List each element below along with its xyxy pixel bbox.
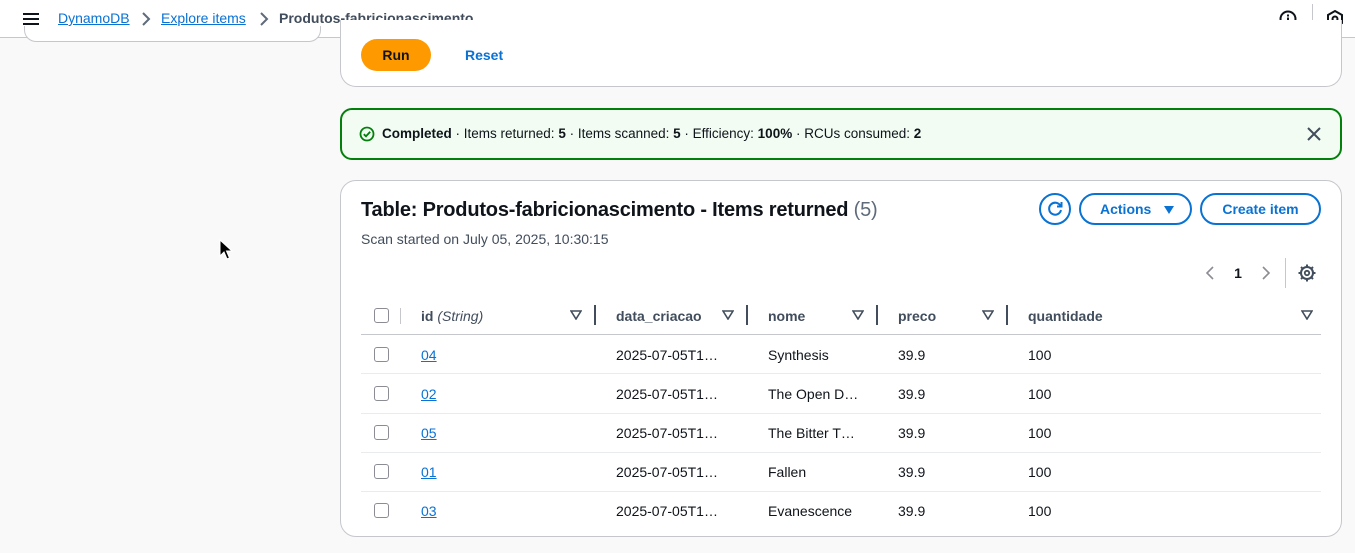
sort-caret-icon[interactable] [982, 310, 994, 320]
column-header-preco[interactable]: preco [898, 308, 936, 324]
column-divider [400, 308, 401, 324]
table-header-rule [361, 334, 1321, 335]
column-header-data-criacao[interactable]: data_criacao [616, 308, 702, 324]
chevron-right-icon[interactable] [1258, 264, 1274, 282]
sort-caret-icon[interactable] [722, 310, 734, 320]
flash-items-scanned-label: · Items scanned: [565, 126, 674, 141]
row-quantidade: 100 [1028, 503, 1052, 519]
row-divider [361, 373, 1321, 374]
flash-status: Completed [382, 126, 452, 141]
row-data-criacao: 2025-07-05T1… [616, 425, 718, 441]
mouse-cursor-icon [219, 239, 233, 260]
flash-items-returned-label: · Items returned: [451, 126, 559, 141]
gear-icon[interactable] [1297, 263, 1317, 283]
sort-caret-icon[interactable] [852, 310, 864, 320]
scan-started-timestamp: Scan started on July 05, 2025, 10:30:15 [361, 231, 609, 247]
select-all-checkbox[interactable] [374, 308, 389, 323]
row-quantidade: 100 [1028, 464, 1052, 480]
close-icon[interactable] [1306, 126, 1322, 142]
chevron-left-icon[interactable] [1202, 264, 1218, 282]
table-title: Table: Produtos-fabricionascimento - Ite… [361, 199, 878, 222]
row-id-link[interactable]: 05 [421, 425, 437, 441]
flash-items-returned: 5 [558, 126, 566, 141]
column-header-id[interactable]: id (String) [421, 308, 483, 324]
row-nome: The Bitter T… [768, 425, 855, 441]
row-checkbox[interactable] [374, 347, 389, 362]
reset-button[interactable]: Reset [465, 47, 503, 63]
table-title-text: Table: Produtos-fabricionascimento - Ite… [361, 199, 849, 221]
column-id-type: (String) [437, 308, 484, 324]
row-divider [361, 452, 1321, 453]
caret-down-icon [1164, 206, 1174, 214]
row-preco: 39.9 [898, 347, 926, 363]
row-data-criacao: 2025-07-05T1… [616, 503, 718, 519]
sidebar-panel-edge [24, 26, 321, 42]
flash-rcus: 2 [913, 126, 922, 141]
row-data-criacao: 2025-07-05T1… [616, 347, 718, 363]
row-checkbox[interactable] [374, 503, 389, 518]
flash-efficiency-label: · Efficiency: [680, 126, 758, 141]
column-header-quantidade[interactable]: quantidade [1028, 308, 1103, 324]
breadcrumb-dynamodb[interactable]: DynamoDB [58, 10, 130, 26]
row-preco: 39.9 [898, 464, 926, 480]
column-resize-handle[interactable] [594, 305, 596, 325]
flash-efficiency: 100% [757, 126, 793, 141]
run-button[interactable]: Run [361, 39, 431, 71]
refresh-button[interactable] [1039, 193, 1071, 225]
row-preco: 39.9 [898, 425, 926, 441]
refresh-icon [1048, 201, 1063, 216]
column-resize-handle[interactable] [746, 305, 748, 325]
row-divider [361, 491, 1321, 492]
row-data-criacao: 2025-07-05T1… [616, 464, 718, 480]
row-id-link[interactable]: 04 [421, 347, 437, 363]
row-nome: The Open D… [768, 386, 859, 402]
row-preco: 39.9 [898, 503, 926, 519]
row-nome: Evanescence [768, 503, 853, 519]
pagination-divider [1285, 258, 1286, 288]
column-header-nome[interactable]: nome [768, 308, 805, 324]
row-nome: Synthesis [768, 347, 829, 363]
row-id-link[interactable]: 03 [421, 503, 437, 519]
row-checkbox[interactable] [374, 464, 389, 479]
table-item-count: (5) [853, 199, 878, 221]
row-id-link[interactable]: 01 [421, 464, 437, 480]
flash-items-scanned: 5 [673, 126, 681, 141]
row-quantidade: 100 [1028, 347, 1052, 363]
row-divider [361, 413, 1321, 414]
breadcrumb-explore-items[interactable]: Explore items [161, 10, 246, 26]
sort-caret-icon[interactable] [1301, 310, 1313, 320]
row-preco: 39.9 [898, 386, 926, 402]
actions-label: Actions [1100, 201, 1152, 217]
pagination-page-number[interactable]: 1 [1228, 265, 1248, 281]
column-resize-handle[interactable] [1006, 305, 1008, 325]
create-item-button[interactable]: Create item [1200, 193, 1321, 225]
check-circle-icon [359, 126, 375, 142]
success-flash-message: Completed · Items returned: 5 · Items sc… [340, 108, 1342, 160]
sort-caret-icon[interactable] [570, 310, 582, 320]
row-quantidade: 100 [1028, 386, 1052, 402]
row-id-link[interactable]: 02 [421, 386, 437, 402]
flash-rcus-label: · RCUs consumed: [792, 126, 914, 141]
row-checkbox[interactable] [374, 386, 389, 401]
row-quantidade: 100 [1028, 425, 1052, 441]
flash-text: Completed · Items returned: 5 · Items sc… [382, 126, 921, 141]
row-nome: Fallen [768, 464, 807, 480]
column-resize-handle[interactable] [876, 305, 878, 325]
row-data-criacao: 2025-07-05T1… [616, 386, 718, 402]
column-id-name: id [421, 308, 434, 324]
actions-dropdown-button[interactable]: Actions [1079, 193, 1192, 225]
row-checkbox[interactable] [374, 425, 389, 440]
